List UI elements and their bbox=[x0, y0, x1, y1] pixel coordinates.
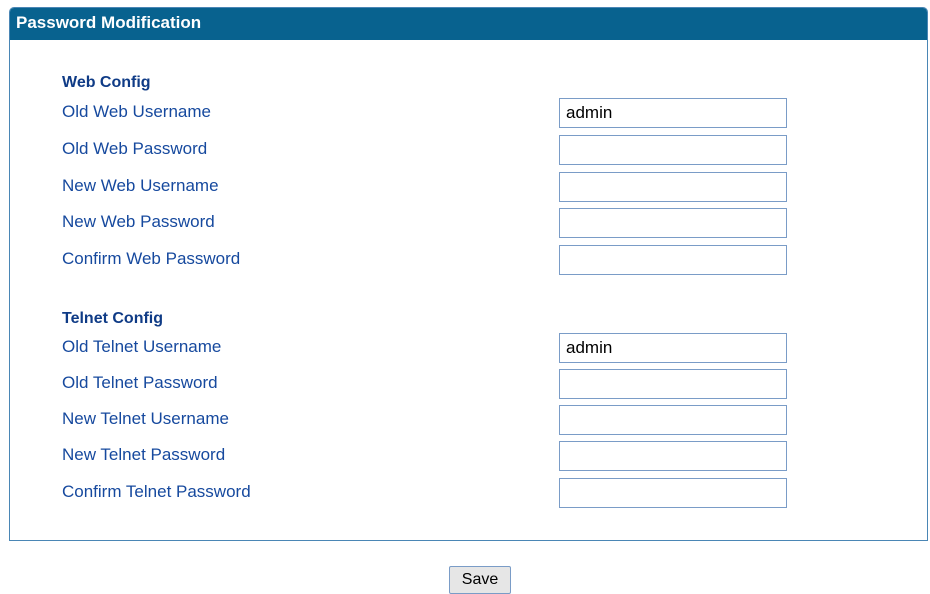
new-web-username-input[interactable] bbox=[559, 172, 787, 202]
new-web-username-row: New Web Username bbox=[62, 172, 802, 202]
save-button[interactable]: Save bbox=[449, 566, 511, 594]
old-web-username-label: Old Web Username bbox=[62, 102, 211, 121]
new-telnet-password-row: New Telnet Password bbox=[62, 441, 802, 471]
old-telnet-password-row: Old Telnet Password bbox=[62, 369, 802, 399]
new-web-password-input[interactable] bbox=[559, 208, 787, 238]
confirm-telnet-password-input[interactable] bbox=[559, 478, 787, 508]
new-telnet-username-row: New Telnet Username bbox=[62, 405, 802, 435]
confirm-telnet-password-label: Confirm Telnet Password bbox=[62, 482, 251, 501]
old-web-username-row: Old Web Username bbox=[62, 98, 802, 128]
old-telnet-password-input[interactable] bbox=[559, 369, 787, 399]
old-telnet-password-label: Old Telnet Password bbox=[62, 373, 218, 392]
new-telnet-password-input[interactable] bbox=[559, 441, 787, 471]
confirm-web-password-input[interactable] bbox=[559, 245, 787, 275]
confirm-web-password-row: Confirm Web Password bbox=[62, 245, 802, 275]
new-web-password-row: New Web Password bbox=[62, 208, 802, 238]
confirm-telnet-password-row: Confirm Telnet Password bbox=[62, 478, 802, 508]
password-modification-panel: Password Modification Web Config Old Web… bbox=[9, 7, 928, 541]
new-telnet-username-input[interactable] bbox=[559, 405, 787, 435]
new-web-username-label: New Web Username bbox=[62, 176, 219, 195]
old-telnet-username-input[interactable] bbox=[559, 333, 787, 363]
telnet-config-title: Telnet Config bbox=[62, 310, 164, 327]
old-web-password-row: Old Web Password bbox=[62, 135, 802, 165]
old-web-username-input[interactable] bbox=[559, 98, 787, 128]
panel-title: Password Modification bbox=[10, 8, 927, 40]
web-config-title: Web Config bbox=[62, 74, 151, 91]
new-telnet-username-label: New Telnet Username bbox=[62, 409, 229, 428]
new-web-password-label: New Web Password bbox=[62, 212, 215, 231]
old-telnet-username-label: Old Telnet Username bbox=[62, 337, 222, 356]
old-web-password-label: Old Web Password bbox=[62, 139, 208, 158]
confirm-web-password-label: Confirm Web Password bbox=[62, 249, 241, 268]
old-telnet-username-row: Old Telnet Username bbox=[62, 333, 802, 363]
old-web-password-input[interactable] bbox=[559, 135, 787, 165]
new-telnet-password-label: New Telnet Password bbox=[62, 445, 226, 464]
